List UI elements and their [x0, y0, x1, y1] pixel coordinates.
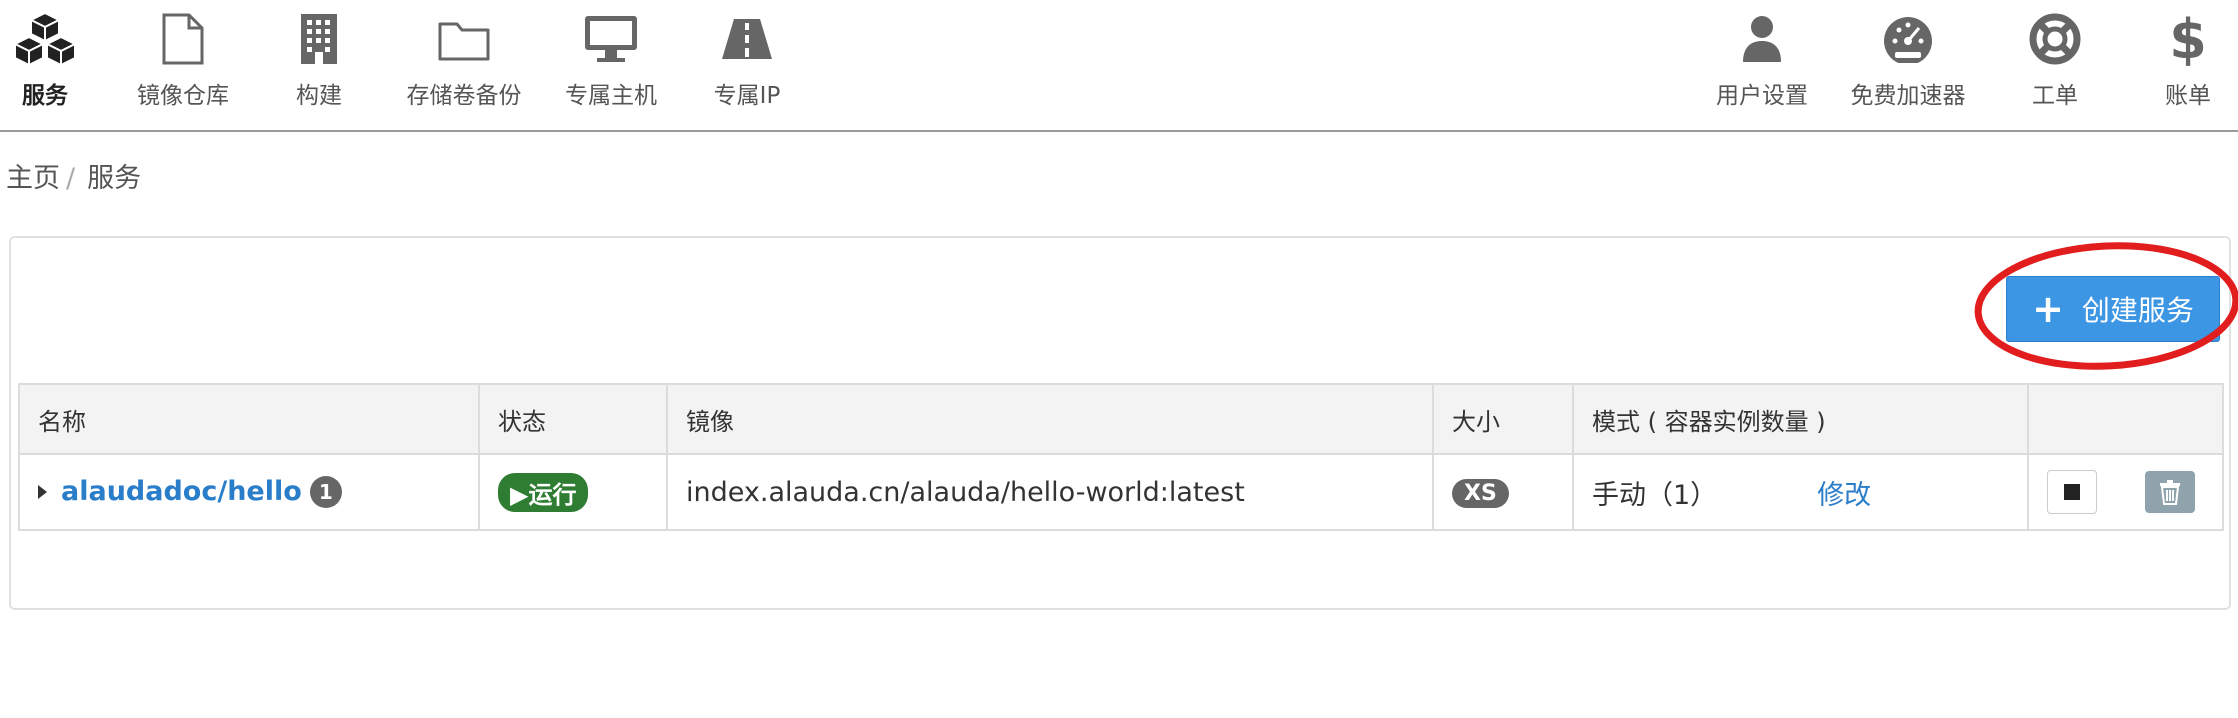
cell-image: index.alauda.cn/alauda/hello-world:lates… — [666, 453, 1434, 531]
user-icon — [1687, 8, 1837, 70]
breadcrumb: 主页 / 服务 — [6, 156, 141, 195]
expand-caret-icon[interactable] — [38, 485, 47, 500]
nav-label: 账单 — [2165, 83, 2211, 109]
header-actions — [2027, 383, 2224, 455]
nav-item-user-settings[interactable]: 用户设置 — [1687, 8, 1837, 110]
services-table: 名称 状态 镜像 大小 模式 ( 容器实例数量 ) alaudadoc/hell… — [18, 383, 2224, 531]
dollar-icon: $ — [2169, 7, 2207, 71]
nav-item-tickets[interactable]: 工单 — [1980, 8, 2130, 110]
breadcrumb-separator: / — [66, 163, 76, 194]
road-icon — [672, 8, 822, 70]
status-badge: ▶运行 — [498, 472, 589, 512]
size-badge: XS — [1452, 479, 1509, 508]
nav-item-dedicated-ip[interactable]: 专属IP — [672, 8, 822, 110]
folder-icon — [389, 8, 539, 70]
cubes-icon — [0, 8, 120, 70]
nav-label: 服务 — [22, 83, 68, 109]
desktop-icon — [536, 8, 686, 70]
create-service-button[interactable]: + 创建服务 — [2006, 276, 2220, 342]
top-navbar: 服务 镜像仓库 构建 存储卷备份 专属主机 专属IP 用户设置 免费加速器 工单… — [0, 0, 2238, 132]
nav-item-volume-backup[interactable]: 存储卷备份 — [389, 8, 539, 110]
nav-label: 构建 — [296, 83, 342, 109]
nav-item-accelerator[interactable]: 免费加速器 — [1833, 8, 1983, 110]
dashboard-icon — [1833, 8, 1983, 70]
cell-size: XS — [1432, 453, 1574, 531]
nav-label: 工单 — [2032, 83, 2078, 109]
cell-status: ▶运行 — [478, 453, 668, 531]
breadcrumb-home[interactable]: 主页 — [6, 163, 60, 194]
edit-link[interactable]: 修改 — [1817, 480, 1871, 511]
building-icon — [244, 8, 394, 70]
header-name: 名称 — [18, 383, 480, 455]
lifebuoy-icon — [1980, 8, 2130, 70]
plus-icon: + — [2032, 287, 2064, 331]
nav-label: 镜像仓库 — [137, 83, 229, 109]
header-mode: 模式 ( 容器实例数量 ) — [1572, 383, 2029, 455]
trash-icon — [2160, 480, 2180, 505]
cell-name: alaudadoc/hello 1 — [18, 453, 480, 531]
breadcrumb-current: 服务 — [87, 163, 142, 194]
nav-item-services[interactable]: 服务 — [0, 8, 120, 110]
file-icon — [108, 8, 258, 70]
cell-actions — [2027, 453, 2224, 531]
nav-label: 存储卷备份 — [406, 83, 522, 109]
nav-item-dedicated-host[interactable]: 专属主机 — [536, 8, 686, 110]
stop-icon — [2064, 484, 2080, 500]
service-name-link[interactable]: alaudadoc/hello — [61, 476, 302, 507]
mode-text: 手动（1） — [1592, 479, 1718, 511]
table-header-row: 名称 状态 镜像 大小 模式 ( 容器实例数量 ) — [18, 383, 2224, 455]
nav-item-build[interactable]: 构建 — [244, 8, 394, 110]
delete-button[interactable] — [2145, 471, 2195, 513]
instance-count-badge: 1 — [309, 476, 342, 509]
nav-label: 免费加速器 — [1850, 83, 1966, 109]
header-image: 镜像 — [666, 383, 1434, 455]
create-service-label: 创建服务 — [2081, 294, 2194, 327]
header-size: 大小 — [1432, 383, 1574, 455]
nav-item-image-repo[interactable]: 镜像仓库 — [108, 8, 258, 110]
nav-label: 用户设置 — [1716, 83, 1808, 109]
cell-mode: 手动（1） 修改 — [1572, 453, 2029, 531]
nav-label: 专属IP — [713, 83, 781, 109]
table-row: alaudadoc/hello 1 ▶运行 index.alauda.cn/ala… — [18, 453, 2224, 531]
nav-item-billing[interactable]: $ 账单 — [2113, 8, 2238, 110]
nav-label: 专属主机 — [565, 83, 657, 109]
stop-button[interactable] — [2047, 470, 2097, 514]
header-status: 状态 — [478, 383, 668, 455]
